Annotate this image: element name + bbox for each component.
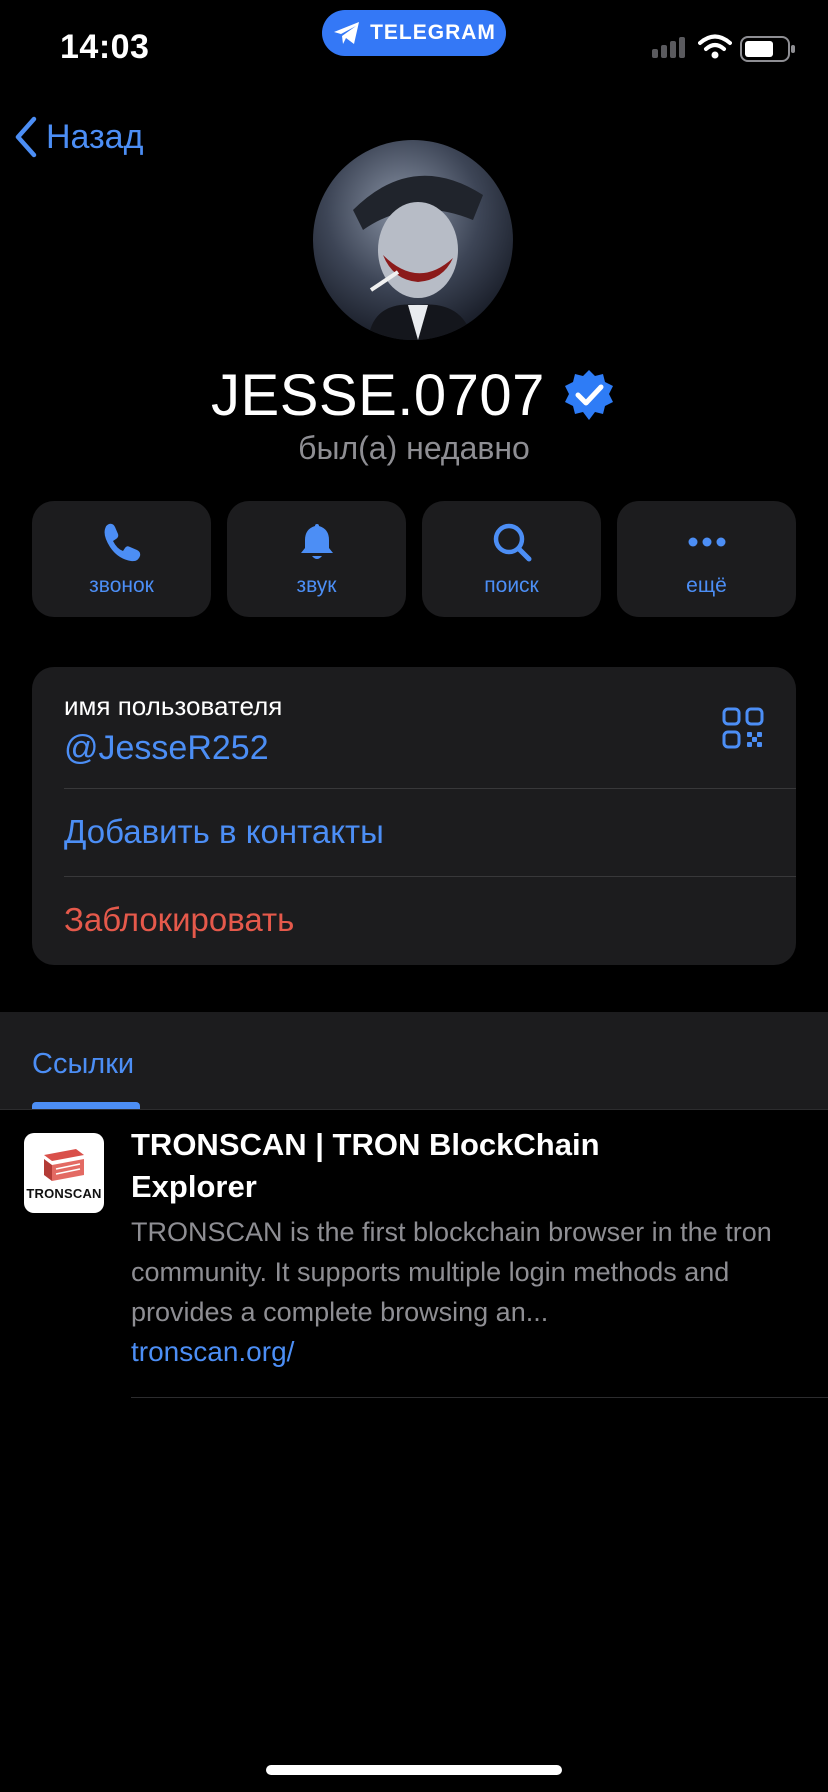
more-button[interactable]: ещё xyxy=(617,501,796,617)
link-title[interactable]: TRONSCAN | TRON BlockChain Explorer xyxy=(131,1124,731,1208)
call-label: звонок xyxy=(89,574,154,597)
app-pill-label: TELEGRAM xyxy=(370,21,496,44)
profile-name-row: JESSE.0707 xyxy=(0,362,828,429)
link-description: TRONSCAN is the first blockchain browser… xyxy=(131,1217,772,1327)
qr-code-icon[interactable] xyxy=(722,707,764,749)
link-url[interactable]: tronscan.org/ xyxy=(131,1336,294,1368)
status-time: 14:03 xyxy=(60,28,150,66)
more-label: ещё xyxy=(686,574,727,597)
verified-badge-icon xyxy=(564,369,613,420)
divider xyxy=(64,788,796,789)
action-buttons: звонок звук поиск ещё xyxy=(32,501,796,617)
link-favicon: TRONSCAN xyxy=(24,1133,104,1213)
search-button[interactable]: поиск xyxy=(422,501,601,617)
back-label: Назад xyxy=(46,117,144,156)
favicon-text: TRONSCAN xyxy=(26,1186,102,1201)
tab-links[interactable]: Ссылки xyxy=(32,1048,134,1081)
more-icon xyxy=(688,537,725,547)
tronscan-logo-icon xyxy=(44,1149,84,1181)
phone-icon xyxy=(104,523,140,562)
wifi-icon xyxy=(698,34,732,59)
back-button[interactable]: Назад xyxy=(14,116,143,158)
home-indicator[interactable] xyxy=(266,1765,562,1775)
call-button[interactable]: звонок xyxy=(32,501,211,617)
telegram-icon xyxy=(334,22,360,44)
sound-button[interactable]: звук xyxy=(227,501,406,617)
avatar[interactable] xyxy=(313,140,513,340)
divider xyxy=(0,1109,828,1110)
return-to-app-pill[interactable]: TELEGRAM xyxy=(322,10,506,56)
username-link[interactable]: @JesseR252 xyxy=(64,729,269,768)
block-user-button[interactable]: Заблокировать xyxy=(64,901,294,939)
divider xyxy=(131,1397,828,1398)
sound-label: звук xyxy=(296,574,337,597)
chevron-left-icon xyxy=(15,116,37,158)
add-to-contacts-button[interactable]: Добавить в контакты xyxy=(64,813,384,851)
last-seen-status: был(а) недавно xyxy=(298,430,530,466)
profile-name: JESSE.0707 xyxy=(211,363,545,428)
divider xyxy=(64,876,796,877)
search-icon xyxy=(493,523,531,562)
media-tabs: Ссылки xyxy=(0,1012,828,1110)
username-label: имя пользователя xyxy=(64,691,283,721)
search-label: поиск xyxy=(484,574,539,597)
info-card: имя пользователя @JesseR252 Добавить в к… xyxy=(32,667,796,965)
signal-icon xyxy=(652,37,685,58)
bell-icon xyxy=(300,524,333,559)
battery-icon xyxy=(740,36,795,62)
